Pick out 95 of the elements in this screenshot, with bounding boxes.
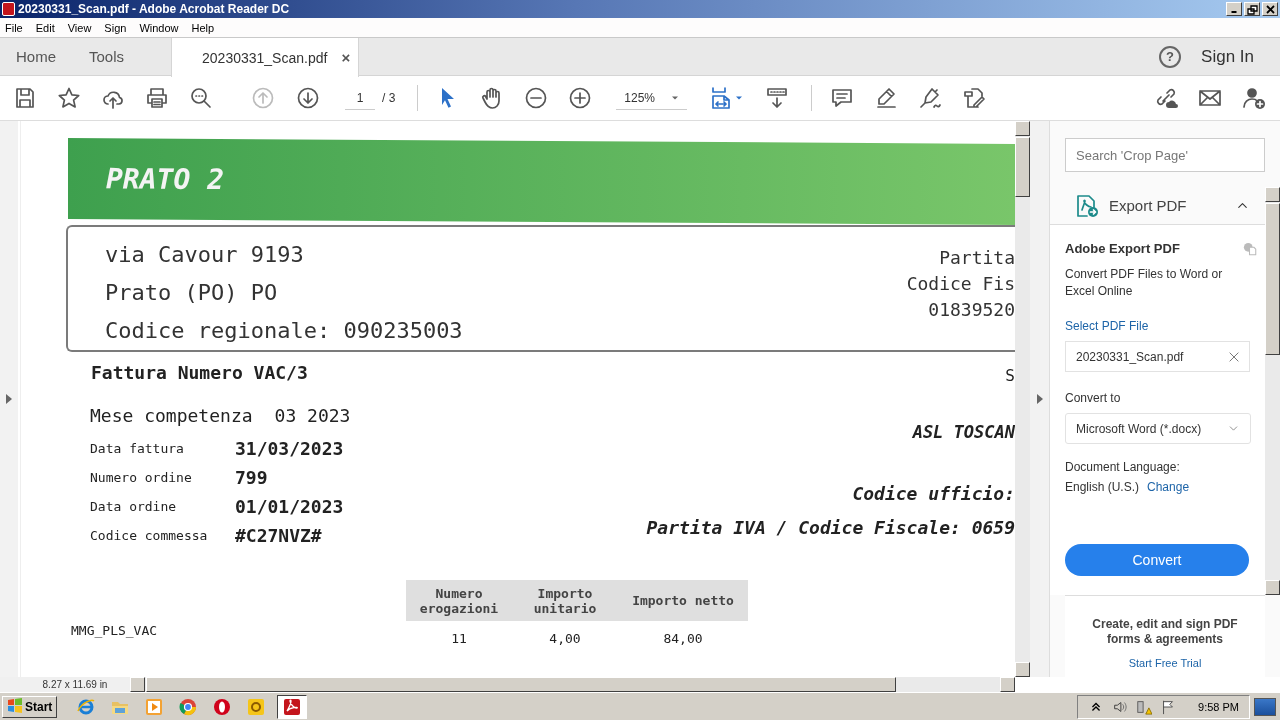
- close-button[interactable]: [1262, 2, 1278, 16]
- file-field[interactable]: 20230331_Scan.pdf: [1065, 341, 1250, 372]
- free-trial-link[interactable]: Start Free Trial: [1128, 657, 1202, 669]
- search-field[interactable]: Search 'Crop Page': [1065, 138, 1265, 172]
- sign-in-button[interactable]: Sign In: [1201, 46, 1254, 67]
- address-line: Codice regionale: 090235003: [105, 317, 463, 345]
- menu-item[interactable]: View: [67, 21, 92, 34]
- detail-value: #C27NVZ#: [235, 524, 323, 548]
- table-cell-text: MMG_PLS_VAC: [71, 623, 159, 638]
- section-header[interactable]: Export PDF: [1050, 187, 1265, 225]
- minimize-icon: [1231, 11, 1237, 13]
- detail-label: Codice commessa: [90, 527, 209, 545]
- page-count: / 3: [382, 91, 396, 105]
- period-label: Mese competenza: [90, 405, 253, 428]
- table-cell-text: 4,00: [548, 630, 582, 646]
- panel-scrollbar[interactable]: [1265, 187, 1280, 595]
- acrobat-icon[interactable]: [277, 694, 308, 719]
- column-header: Importo unitario: [512, 580, 618, 621]
- show-desktop-button[interactable]: [1254, 697, 1276, 716]
- close-tab-button[interactable]: ×: [341, 49, 351, 66]
- address-line: via Cavour 9193: [105, 241, 305, 269]
- menu-item[interactable]: Edit: [35, 21, 55, 34]
- document-tab[interactable]: 20230331_Scan.pdf ×: [171, 38, 360, 77]
- detail-label: Data fattura: [90, 440, 185, 458]
- tax-line: Partita: [938, 246, 1015, 270]
- period-value: 03 2023: [274, 405, 351, 428]
- language-label: Document Language:: [1065, 460, 1181, 474]
- acrobat-icon: [2, 2, 15, 16]
- detail-value: 31/03/2023: [235, 437, 344, 461]
- print-icon[interactable]: [145, 86, 169, 110]
- clear-icon[interactable]: [1227, 349, 1241, 364]
- tab[interactable]: Home: [0, 38, 73, 75]
- menu-item[interactable]: Window: [139, 21, 179, 34]
- tax-line: 01839520: [927, 298, 1015, 322]
- language-value: English (U.S.): [1065, 480, 1140, 494]
- menu-item[interactable]: Sign: [104, 21, 127, 34]
- pen-nib-icon[interactable]: [918, 86, 943, 110]
- save-icon[interactable]: [13, 86, 37, 110]
- recipient-name: ASL TOSCAN: [912, 422, 1015, 442]
- menu-item[interactable]: File: [5, 21, 23, 34]
- column-header: Numero erogazioni: [406, 580, 512, 621]
- tab[interactable]: Tools: [73, 38, 142, 75]
- help-button[interactable]: ?: [1159, 45, 1182, 68]
- network-warning-icon[interactable]: [1136, 698, 1153, 715]
- expand-left-panel-icon[interactable]: [6, 394, 12, 404]
- panel-heading: Adobe Export PDF: [1065, 241, 1180, 256]
- zoom-in-icon[interactable]: [568, 86, 593, 110]
- invoice-number: Fattura Numero VAC/3: [91, 362, 308, 385]
- tax-line: Codice Fis: [906, 272, 1015, 296]
- close-icon: [1264, 3, 1276, 15]
- restore-icon: [1246, 3, 1258, 15]
- window-title: 20230331_Scan.pdf - Adobe Acrobat Reader DC: [18, 2, 290, 16]
- star-icon[interactable]: [57, 86, 81, 110]
- convert-button[interactable]: Convert: [1065, 544, 1249, 576]
- comment-icon[interactable]: [830, 86, 855, 110]
- table-cell-text: 11: [450, 630, 468, 646]
- select-file-link[interactable]: Select PDF File: [1065, 319, 1265, 333]
- highlighter-icon[interactable]: [874, 86, 899, 110]
- clock: 9:58 PM: [1198, 700, 1239, 713]
- cut-text: S: [1005, 366, 1015, 385]
- export-pdf-icon: [1075, 193, 1099, 218]
- page-size-label: 8.27 x 11.69 in: [0, 677, 130, 692]
- detail-label: Numero ordine: [90, 469, 193, 487]
- add-user-icon[interactable]: [1242, 86, 1266, 110]
- start-button[interactable]: Start: [2, 695, 58, 718]
- zoom-dropdown[interactable]: 125%: [616, 86, 688, 110]
- detail-label: Data ordine: [90, 498, 178, 516]
- recipient-detail: Codice ufficio:: [852, 483, 1015, 504]
- promo-text: Create, edit and sign PDF forms & agreements: [1091, 617, 1239, 647]
- detail-value: 01/01/2023: [235, 495, 344, 519]
- detail-value: 799: [235, 466, 269, 490]
- table-cell-text: 84,00: [662, 630, 704, 646]
- document-header: PRATO 2: [106, 162, 224, 197]
- windows-logo-icon: [7, 697, 23, 716]
- scroll-mode-icon[interactable]: [765, 86, 790, 110]
- vertical-scrollbar[interactable]: [1015, 121, 1030, 677]
- address-line: Prato (PO) PO: [105, 279, 279, 307]
- panel-description: Convert PDF Files to Word or Excel Online: [1065, 266, 1224, 300]
- next-page-icon[interactable]: [296, 86, 320, 110]
- collapse-right-panel-icon[interactable]: [1036, 394, 1043, 404]
- page-number-field[interactable]: 1: [345, 86, 375, 110]
- column-header: Importo netto: [618, 580, 748, 621]
- cloud-link-icon[interactable]: [1154, 86, 1178, 110]
- change-link[interactable]: Change: [1147, 480, 1190, 494]
- horizontal-scrollbar[interactable]: [130, 677, 1015, 692]
- edit-document-icon[interactable]: [962, 86, 987, 110]
- convert-label: Convert to: [1065, 391, 1122, 405]
- zoom-out-icon[interactable]: [524, 86, 549, 110]
- documents-icon: [1242, 241, 1257, 256]
- search-icon[interactable]: [189, 86, 213, 110]
- minimize-button[interactable]: [1226, 2, 1242, 16]
- recipient-detail: Partita IVA / Codice Fiscale: 0659: [646, 517, 1015, 538]
- menu-item[interactable]: Help: [191, 21, 215, 34]
- format-dropdown[interactable]: Microsoft Word (*.docx): [1065, 413, 1251, 444]
- restore-button[interactable]: [1244, 2, 1260, 16]
